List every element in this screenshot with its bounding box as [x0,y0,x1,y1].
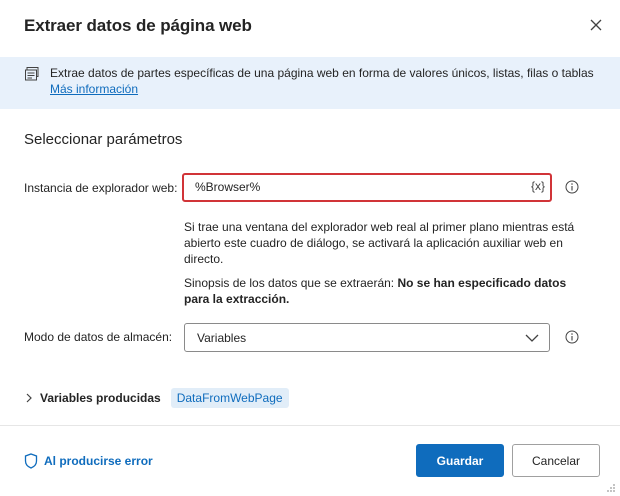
chevron-right-icon[interactable] [24,393,34,403]
storage-mode-value: Variables [197,331,247,345]
extract-web-data-dialog: Extraer datos de página web Extrae datos… [0,0,620,496]
data-preview-text: Sinopsis de los datos que se extraerán: … [184,275,594,307]
info-circle-icon[interactable] [565,180,579,194]
browser-instance-input[interactable]: %Browser% {x} [182,173,552,202]
close-button[interactable] [583,12,609,38]
info-banner: Extrae datos de partes específicas de un… [0,57,620,109]
dialog-title: Extraer datos de página web [24,16,252,35]
browser-help-text: Si trae una ventana del explorador web r… [184,220,575,266]
info-circle-icon[interactable] [565,330,579,344]
form-icon [25,67,39,81]
save-button[interactable]: Guardar [416,444,504,477]
chevron-down-icon [525,334,539,342]
close-icon [590,19,602,31]
shield-icon [24,453,38,469]
produced-variables-label[interactable]: Variables producidas [40,391,161,405]
produced-variables-row: Variables producidas DataFromWebPage [24,388,289,408]
resize-grip-icon[interactable] [606,483,616,493]
info-description: Extrae datos de partes específicas de un… [50,66,594,80]
on-error-link[interactable]: Al producirse error [24,453,153,469]
more-info-link[interactable]: Más información [50,82,138,96]
variable-chip[interactable]: DataFromWebPage [170,388,289,408]
cancel-button[interactable]: Cancelar [512,444,600,477]
data-preview-label: Sinopsis de los datos que se extraerán: [184,276,398,290]
footer-divider [0,425,620,426]
variable-picker-button[interactable]: {x} [531,179,545,193]
browser-instance-value: %Browser% [195,180,261,194]
storage-mode-label: Modo de datos de almacén: [24,330,173,344]
on-error-label: Al producirse error [44,454,153,468]
storage-mode-select[interactable]: Variables [184,323,550,352]
section-title: Seleccionar parámetros [24,131,183,148]
browser-instance-label: Instancia de explorador web: [24,181,178,195]
